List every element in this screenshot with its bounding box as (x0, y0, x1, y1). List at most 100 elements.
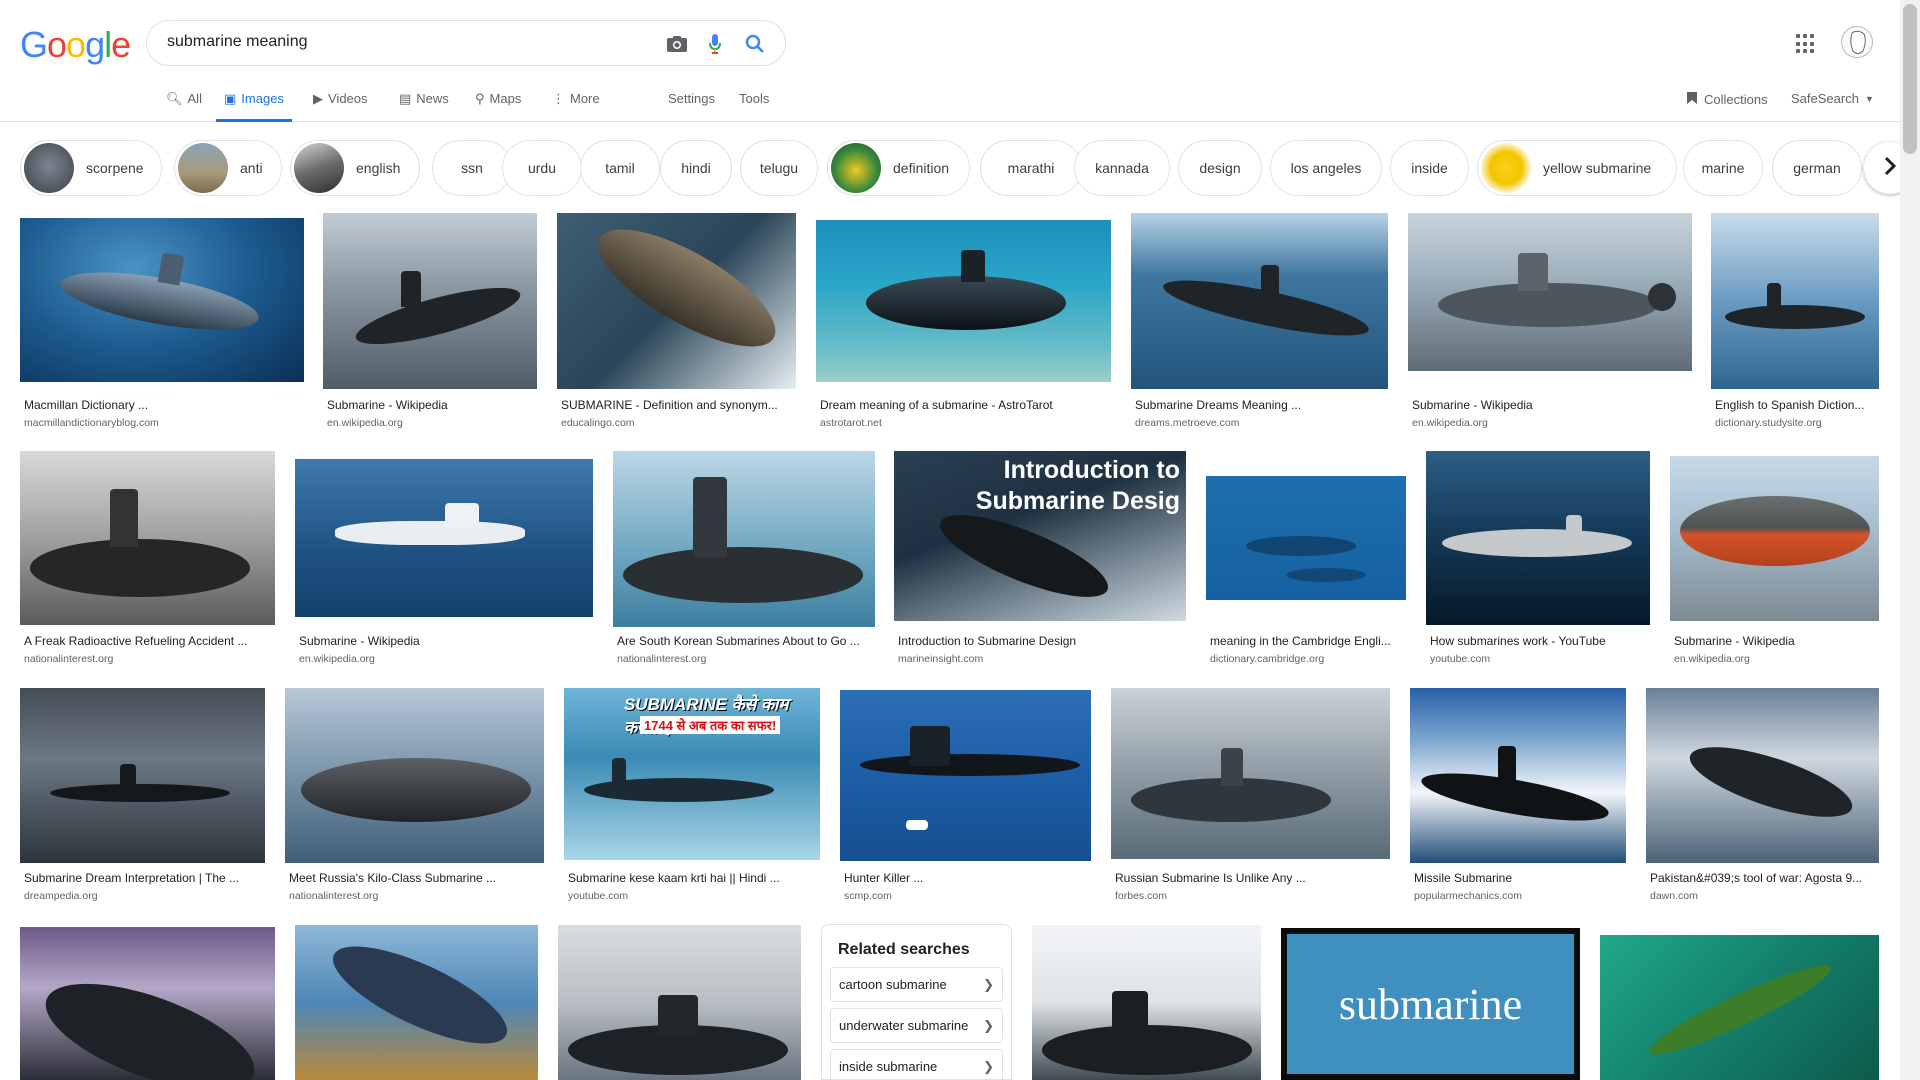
image-result[interactable]: SUBMARINE कैसे काम करती है? 1744 से अब त… (564, 688, 820, 905)
tab-all[interactable]: 🔍︎ All (166, 88, 202, 122)
chip-definition[interactable]: definition (827, 140, 970, 196)
image-result[interactable]: Russian Submarine Is Unlike Any ... forb… (1111, 688, 1390, 905)
chip-marine[interactable]: marine (1683, 140, 1763, 196)
image-result[interactable]: submarine (1281, 928, 1580, 1080)
chip-label: definition (893, 160, 950, 176)
scrollbar-thumb[interactable] (1903, 4, 1917, 154)
logo-letter: e (111, 24, 131, 65)
image-result[interactable]: Submarine - Wikipedia en.wikipedia.org (295, 451, 593, 668)
image-result[interactable]: Missile Submarine popularmechanics.com (1410, 688, 1626, 905)
chip-design[interactable]: design (1178, 140, 1262, 196)
image-result[interactable]: Pakistan&#039;s tool of war: Agosta 9...… (1646, 688, 1879, 905)
chip-telugu[interactable]: telugu (740, 140, 818, 196)
google-logo[interactable]: Google (20, 24, 131, 66)
related-search-item[interactable]: cartoon submarine ❯ (830, 967, 1003, 1002)
image-result[interactable] (1600, 935, 1879, 1080)
microphone-icon[interactable] (703, 33, 727, 55)
tools-link[interactable]: Tools (739, 88, 769, 122)
safesearch-menu[interactable]: SafeSearch ▼ (1791, 91, 1874, 106)
image-result[interactable]: How submarines work - YouTube youtube.co… (1426, 451, 1650, 668)
chip-scorpene[interactable]: scorpene (20, 140, 162, 196)
result-thumbnail (1600, 935, 1879, 1080)
chip-los-angeles[interactable]: los angeles (1270, 140, 1382, 196)
chip-urdu[interactable]: urdu (502, 140, 582, 196)
search-input[interactable] (167, 33, 637, 51)
image-result[interactable]: Dream meaning of a submarine - AstroTaro… (816, 220, 1111, 430)
result-title: Meet Russia's Kilo-Class Submarine ... (289, 871, 497, 885)
chip-label: kannada (1095, 160, 1149, 176)
image-result[interactable]: Submarine - Wikipedia en.wikipedia.org (1670, 451, 1879, 668)
result-title: Missile Submarine (1414, 871, 1513, 885)
chip-inside[interactable]: inside (1390, 140, 1469, 196)
image-result[interactable]: Introduction to Submarine Desig Introduc… (894, 451, 1186, 668)
result-source: macmillandictionaryblog.com (24, 417, 159, 429)
result-title: Submarine kese kaam krti hai || Hindi ..… (568, 871, 780, 885)
google-apps-icon[interactable] (1796, 34, 1816, 54)
image-result[interactable]: meaning in the Cambridge Engli... dictio… (1206, 451, 1406, 668)
related-search-item[interactable]: underwater submarine ❯ (830, 1008, 1003, 1043)
image-result[interactable] (20, 927, 275, 1080)
result-thumbnail (613, 451, 875, 627)
result-title: Submarine - Wikipedia (327, 398, 448, 412)
chip-label: marathi (1007, 160, 1055, 176)
map-icon: ⚲ (475, 91, 485, 106)
collections-link[interactable]: Collections (1686, 91, 1768, 108)
image-result[interactable]: Submarine Dreams Meaning ... dreams.metr… (1131, 213, 1388, 430)
result-title: Submarine - Wikipedia (299, 634, 420, 648)
image-result[interactable]: English to Spanish Diction... dictionary… (1711, 213, 1879, 430)
result-thumbnail (1111, 688, 1390, 859)
related-search-item[interactable]: inside submarine ❯ (830, 1049, 1003, 1079)
tab-images[interactable]: ▣ Images (216, 88, 292, 122)
settings-link[interactable]: Settings (668, 88, 715, 122)
result-title: Submarine - Wikipedia (1412, 398, 1533, 412)
chip-tamil[interactable]: tamil (580, 140, 660, 196)
logo-letter: o (66, 24, 86, 65)
account-avatar[interactable] (1841, 26, 1873, 58)
image-overlay-text: Introduction to Submarine Desig (976, 455, 1180, 517)
tab-videos[interactable]: ▶︎ Videos (313, 88, 368, 122)
tab-news[interactable]: ▤ News (399, 88, 449, 122)
result-thumbnail (295, 925, 538, 1080)
chevron-right-icon: ❯ (983, 1017, 994, 1033)
chip-anti[interactable]: anti (174, 140, 282, 196)
image-result[interactable] (295, 925, 538, 1080)
image-result[interactable]: Submarine - Wikipedia en.wikipedia.org (323, 213, 537, 430)
image-result[interactable]: Are South Korean Submarines About to Go … (613, 451, 875, 668)
result-title: Dream meaning of a submarine - AstroTaro… (820, 398, 1053, 412)
search-box (146, 20, 786, 66)
image-result[interactable]: Submarine Dream Interpretation | The ...… (20, 688, 265, 905)
tab-maps[interactable]: ⚲ Maps (475, 88, 521, 122)
chip-hindi[interactable]: hindi (660, 140, 732, 196)
chip-english[interactable]: english (290, 140, 420, 196)
related-search-label: inside submarine (839, 1059, 938, 1074)
chip-kannada[interactable]: kannada (1074, 140, 1170, 196)
image-result[interactable]: Hunter Killer ... scmp.com (840, 688, 1091, 905)
result-thumbnail: SUBMARINE कैसे काम करती है? 1744 से अब त… (564, 688, 820, 860)
image-result[interactable]: A Freak Radioactive Refueling Accident .… (20, 451, 275, 668)
tab-more[interactable]: ⋮ More (552, 88, 600, 122)
chip-thumbnail (178, 143, 228, 193)
result-thumbnail: submarine (1281, 928, 1580, 1080)
image-result[interactable]: Submarine - Wikipedia en.wikipedia.org (1408, 213, 1692, 430)
chip-yellow-submarine[interactable]: yellow submarine (1477, 140, 1677, 196)
vertical-scrollbar[interactable] (1900, 0, 1920, 1080)
camera-icon[interactable] (665, 33, 689, 55)
image-result[interactable]: SUBMARINE - Definition and synonym... ed… (557, 213, 796, 430)
result-source: youtube.com (568, 890, 629, 902)
result-thumbnail: Introduction to Submarine Desig (894, 451, 1186, 621)
chip-marathi[interactable]: marathi (980, 140, 1082, 196)
image-result[interactable]: Meet Russia's Kilo-Class Submarine ... n… (285, 688, 544, 905)
chip-german[interactable]: german (1772, 140, 1862, 196)
image-result[interactable]: Macmillan Dictionary ... macmillandictio… (20, 218, 304, 430)
result-thumbnail (1410, 688, 1626, 863)
logo-letter: G (20, 24, 48, 65)
chip-ssn[interactable]: ssn (432, 140, 512, 196)
chip-label: tamil (605, 160, 635, 176)
search-icon[interactable] (743, 33, 767, 55)
image-result[interactable] (1032, 925, 1261, 1080)
chip-label: telugu (759, 160, 799, 176)
result-thumbnail (1670, 456, 1879, 621)
result-thumbnail (816, 220, 1111, 382)
image-result[interactable] (558, 925, 801, 1080)
chip-label: ssn (461, 160, 483, 176)
